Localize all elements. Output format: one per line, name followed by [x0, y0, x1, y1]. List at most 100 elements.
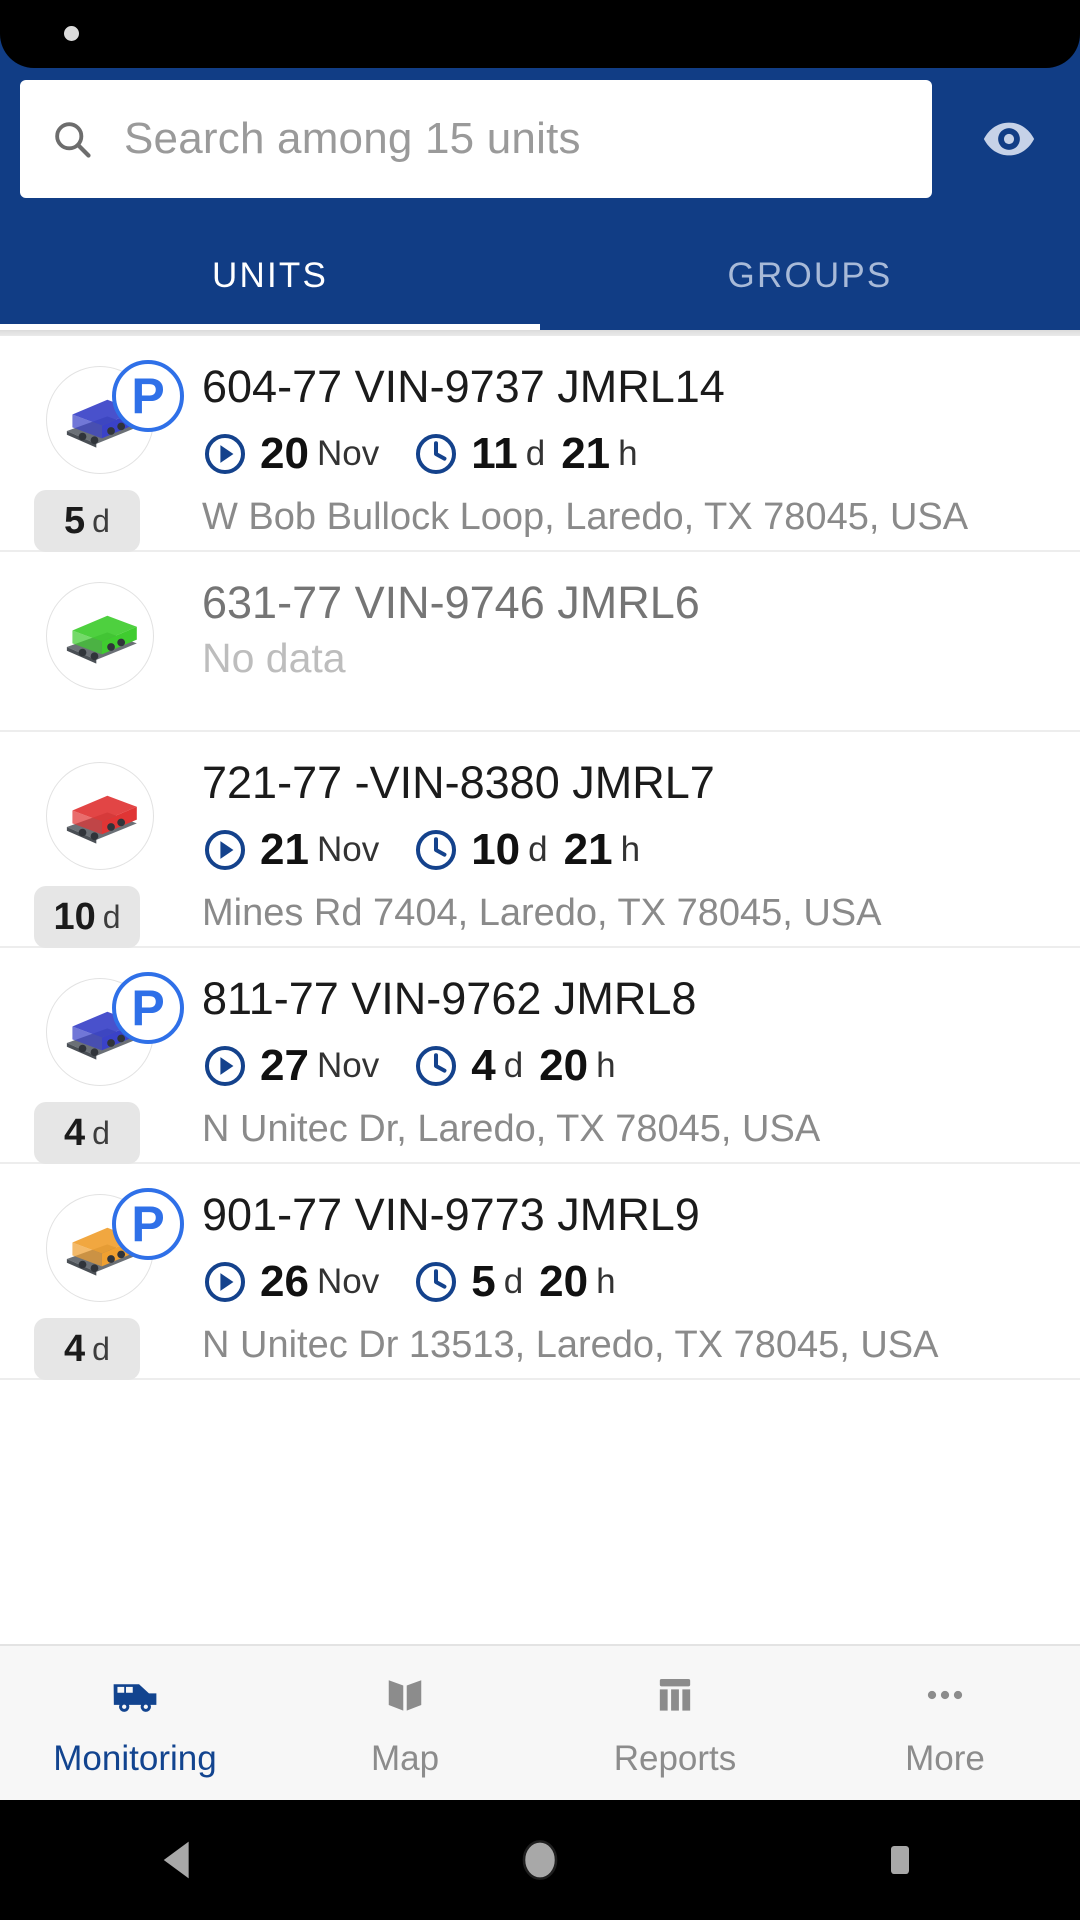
unit-body: 721-77 -VIN-8380 JMRL7 21 Nov 10 d 21 h [202, 756, 1060, 875]
app-screen: Search among 15 units UNITS GROUPS P 604-… [0, 0, 1080, 1920]
days-badge-unit: d [102, 898, 121, 935]
unit-address: W Bob Bullock Loop, Laredo, TX 78045, US… [202, 496, 969, 538]
unit-avatar: P [46, 360, 184, 474]
unit-title: 604-77 VIN-9737 JMRL14 [202, 361, 725, 412]
last-message-date-value: 26 [260, 1257, 309, 1307]
bar-chart-icon [649, 1667, 701, 1723]
days-badge: 10 d [34, 886, 140, 948]
duration-hours-unit: h [618, 434, 638, 474]
unit-no-data-text: No data [202, 635, 346, 682]
unit-meta-row: 21 Nov 10 d 21 h [202, 825, 1060, 875]
days-badge: 4d [34, 1318, 140, 1380]
home-circle-icon[interactable] [480, 1800, 600, 1920]
search-input[interactable]: Search among 15 units [20, 80, 932, 198]
nav-label: Reports [613, 1739, 737, 1778]
last-message-date-value: 21 [260, 825, 309, 875]
last-message-date-month: Nov [316, 1262, 380, 1302]
clock-icon [413, 1043, 459, 1089]
bottom-navigation: Monitoring Map Reports More [0, 1644, 1080, 1800]
duration-hours-unit: h [596, 1262, 616, 1302]
unit-meta-row: 26 Nov 5 d 20 h [202, 1257, 1060, 1307]
clock-icon [413, 1259, 459, 1305]
days-badge: 5d [34, 490, 140, 552]
duration-days-unit: d [503, 1262, 524, 1302]
play-circle-icon [202, 1259, 248, 1305]
duration-days-value: 5 [471, 1257, 496, 1307]
van-icon [108, 1667, 162, 1723]
duration-hours-value: 21 [561, 429, 611, 479]
unit-avatar: P [46, 1188, 184, 1302]
nav-label: More [905, 1739, 985, 1778]
unit-address: N Unitec Dr 13513, Laredo, TX 78045, USA [202, 1324, 939, 1366]
unit-row[interactable]: 631-77 VIN-9746 JMRL6 No data [0, 552, 1080, 732]
unit-avatar [46, 762, 154, 870]
days-badge: 4d [34, 1102, 140, 1164]
days-badge-unit: d [92, 1330, 110, 1367]
unit-address: N Unitec Dr, Laredo, TX 78045, USA [202, 1108, 821, 1150]
nav-label: Map [370, 1739, 440, 1778]
last-message-date-month: Nov [316, 830, 380, 870]
unit-avatar [46, 582, 154, 690]
unit-body: 811-77 VIN-9762 JMRL8 27 Nov 4 d 20 h [202, 972, 1060, 1091]
eye-icon[interactable] [975, 108, 1043, 170]
duration-hours-unit: h [596, 1046, 616, 1086]
nav-item-map[interactable]: Map [270, 1646, 540, 1800]
search-icon [50, 117, 94, 161]
nav-item-more[interactable]: More [810, 1646, 1080, 1800]
last-message-date-month: Nov [316, 434, 380, 474]
unit-row[interactable]: P 811-77 VIN-9762 JMRL8 27 Nov 4 d 20 h 4 d N Unit… [0, 948, 1080, 1164]
last-message-date-value: 27 [260, 1041, 309, 1091]
vehicle-icon [46, 762, 154, 870]
duration-hours-value: 20 [539, 1041, 589, 1091]
unit-title: 901-77 VIN-9773 JMRL9 [202, 1189, 700, 1240]
unit-title: 721-77 -VIN-8380 JMRL7 [202, 757, 715, 808]
nav-item-monitoring[interactable]: Monitoring [0, 1646, 270, 1800]
duration-days-unit: d [503, 1046, 524, 1086]
unit-title: 811-77 VIN-9762 JMRL8 [202, 973, 697, 1024]
status-bar [0, 0, 1080, 68]
duration-hours-unit: h [620, 830, 641, 870]
search-placeholder: Search among 15 units [124, 114, 581, 163]
back-triangle-icon[interactable] [120, 1800, 240, 1920]
play-circle-icon [202, 1043, 248, 1089]
play-circle-icon [202, 827, 248, 873]
unit-body: 604-77 VIN-9737 JMRL14 20 Nov 11 d 21 h [202, 360, 1060, 479]
duration-days-value: 11 [471, 429, 518, 479]
duration-hours-value: 21 [563, 825, 613, 875]
duration-hours-value: 20 [539, 1257, 589, 1307]
unit-row[interactable]: P 604-77 VIN-9737 JMRL14 20 Nov 11 d 21 h 5 d W Bo… [0, 336, 1080, 552]
unit-row[interactable]: 721-77 -VIN-8380 JMRL7 21 Nov 10 d 21 h 10 d Mine… [0, 732, 1080, 948]
tab-groups-label: GROUPS [727, 256, 893, 295]
days-badge-value: 10 [53, 895, 96, 938]
unit-meta-row: 27 Nov 4 d 20 h [202, 1041, 1060, 1091]
duration-days-unit: d [525, 434, 546, 474]
unit-list[interactable]: P 604-77 VIN-9737 JMRL14 20 Nov 11 d 21 h 5 d W Bo… [0, 336, 1080, 1644]
parking-badge-icon: P [112, 360, 184, 432]
duration-days-value: 4 [471, 1041, 496, 1091]
duration-days-value: 10 [471, 825, 521, 875]
tab-groups[interactable]: GROUPS [540, 222, 1080, 330]
nav-item-reports[interactable]: Reports [540, 1646, 810, 1800]
days-badge-unit: d [92, 502, 110, 539]
clock-icon [413, 827, 459, 873]
parking-badge-icon: P [112, 972, 184, 1044]
days-badge-value: 4 [64, 1111, 86, 1154]
last-message-date-month: Nov [316, 1046, 380, 1086]
more-dots-icon [919, 1667, 971, 1723]
tab-units[interactable]: UNITS [0, 222, 540, 330]
tab-bar: UNITS GROUPS [0, 222, 1080, 330]
unit-title: 631-77 VIN-9746 JMRL6 [202, 577, 700, 628]
unit-row[interactable]: P 901-77 VIN-9773 JMRL9 26 Nov 5 d 20 h 4 d N Unit… [0, 1164, 1080, 1380]
nav-label: Monitoring [53, 1739, 217, 1778]
days-badge-unit: d [92, 1114, 110, 1151]
days-badge-value: 4 [64, 1327, 86, 1370]
tab-units-label: UNITS [212, 256, 328, 295]
unit-avatar: P [46, 972, 184, 1086]
unit-body: 901-77 VIN-9773 JMRL9 26 Nov 5 d 20 h [202, 1188, 1060, 1307]
recents-square-icon[interactable] [840, 1800, 960, 1920]
map-icon [379, 1667, 431, 1723]
days-badge-value: 5 [64, 499, 86, 542]
android-navigation-bar [0, 1800, 1080, 1920]
search-row: Search among 15 units [20, 80, 1080, 198]
parking-badge-icon: P [112, 1188, 184, 1260]
